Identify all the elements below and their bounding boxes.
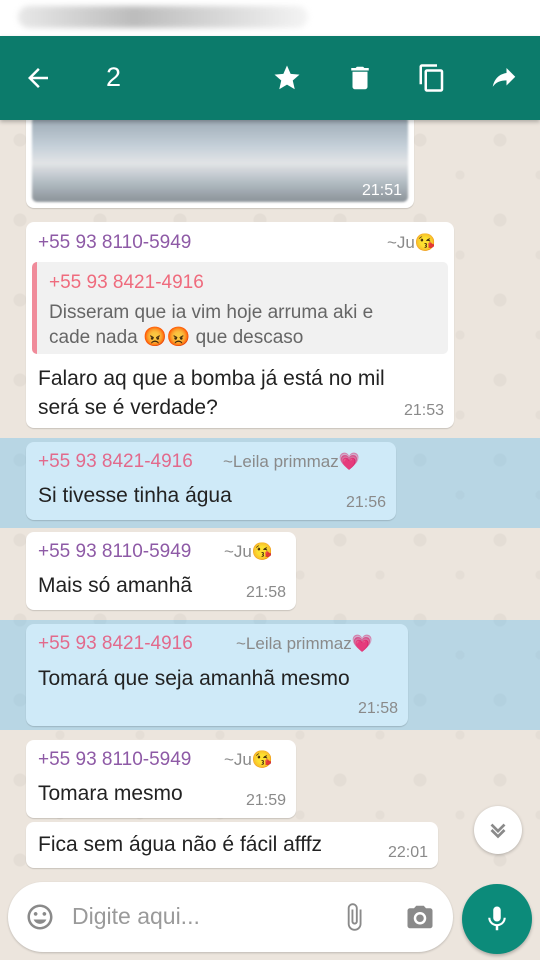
message-text: Tomara mesmo [38, 782, 183, 805]
back-arrow-icon[interactable] [18, 58, 58, 98]
reply-message[interactable]: +55 93 8110-5949 ~Ju😘 +55 93 8421-4916 D… [26, 222, 454, 428]
quoted-text-line2: cade nada 😡😡 que descaso [49, 327, 304, 348]
microphone-button[interactable] [462, 884, 532, 954]
double-chevron-down-icon [490, 823, 506, 839]
quoted-text-line1: Disseram que ia vim hoje arruma aki e [49, 302, 374, 323]
sender-number[interactable]: +55 93 8110-5949 [38, 541, 191, 563]
image-message[interactable]: 21:51 [26, 120, 414, 208]
sender-number[interactable]: +55 93 8110-5949 [38, 749, 191, 771]
selected-message[interactable]: +55 93 8421-4916 ~Leila primmaz💗 Si tive… [26, 442, 396, 520]
emoji-icon[interactable] [22, 899, 58, 935]
status-bar [0, 0, 540, 36]
sender-push-name: ~Leila primmaz💗 [236, 634, 373, 653]
message-text: Mais só amanhã [38, 574, 193, 597]
message-text: Si tivesse tinha água [38, 484, 232, 507]
camera-icon[interactable] [402, 899, 438, 935]
star-icon[interactable] [267, 58, 307, 98]
text-message[interactable]: +55 93 8110-5949 ~Ju😘 Mais só amanhã 21:… [26, 532, 296, 610]
message-time: 22:01 [387, 844, 428, 861]
sender-push-name: ~Ju😘 [224, 542, 274, 561]
message-text: Tomará que seja amanhã mesmo [38, 667, 350, 690]
message-text: Fica sem água não é fácil afffz [38, 833, 323, 856]
message-text-line1: Falaro aq que a bomba já está no mil [38, 367, 385, 390]
sender-number[interactable]: +55 93 8421-4916 [38, 451, 193, 473]
chat-area[interactable]: 21:51 +55 93 8110-5949 ~Ju😘 +55 93 8421-… [0, 120, 540, 870]
scroll-to-bottom-button[interactable] [474, 806, 522, 854]
message-time: 21:51 [361, 182, 402, 199]
sender-push-name: ~Leila primmaz💗 [223, 452, 360, 471]
message-text-line2: será se é verdade? [38, 396, 218, 419]
sender-number[interactable]: +55 93 8110-5949 [38, 232, 191, 254]
selected-message[interactable]: +55 93 8421-4916 ~Leila primmaz💗 Tomará … [26, 624, 408, 726]
delete-icon[interactable] [340, 58, 380, 98]
message-time: 21:58 [357, 700, 398, 717]
sender-push-name: ~Ju😘 [224, 750, 274, 769]
microphone-icon [488, 906, 506, 931]
sender-number[interactable]: +55 93 8421-4916 [38, 633, 193, 655]
message-time: 21:59 [245, 792, 286, 809]
text-message[interactable]: Fica sem água não é fácil afffz 22:01 [26, 822, 438, 868]
forward-icon[interactable] [484, 58, 524, 98]
selection-toolbar: 2 [0, 36, 540, 120]
message-input-bar[interactable]: Digite aqui... [8, 882, 453, 952]
quoted-message[interactable]: +55 93 8421-4916 Disseram que ia vim hoj… [32, 262, 448, 354]
quoted-sender: +55 93 8421-4916 [49, 272, 204, 293]
image-thumbnail[interactable] [32, 120, 408, 202]
message-time: 21:53 [403, 402, 444, 419]
message-input[interactable]: Digite aqui... [72, 903, 200, 930]
message-time: 21:58 [245, 584, 286, 601]
message-time: 21:56 [345, 494, 386, 511]
sender-push-name: ~Ju😘 [386, 233, 436, 252]
attach-icon[interactable] [336, 899, 372, 935]
text-message[interactable]: +55 93 8110-5949 ~Ju😘 Tomara mesmo 21:59 [26, 740, 296, 818]
selected-count: 2 [106, 62, 122, 92]
redacted-status-area [18, 6, 308, 28]
copy-icon[interactable] [412, 58, 452, 98]
